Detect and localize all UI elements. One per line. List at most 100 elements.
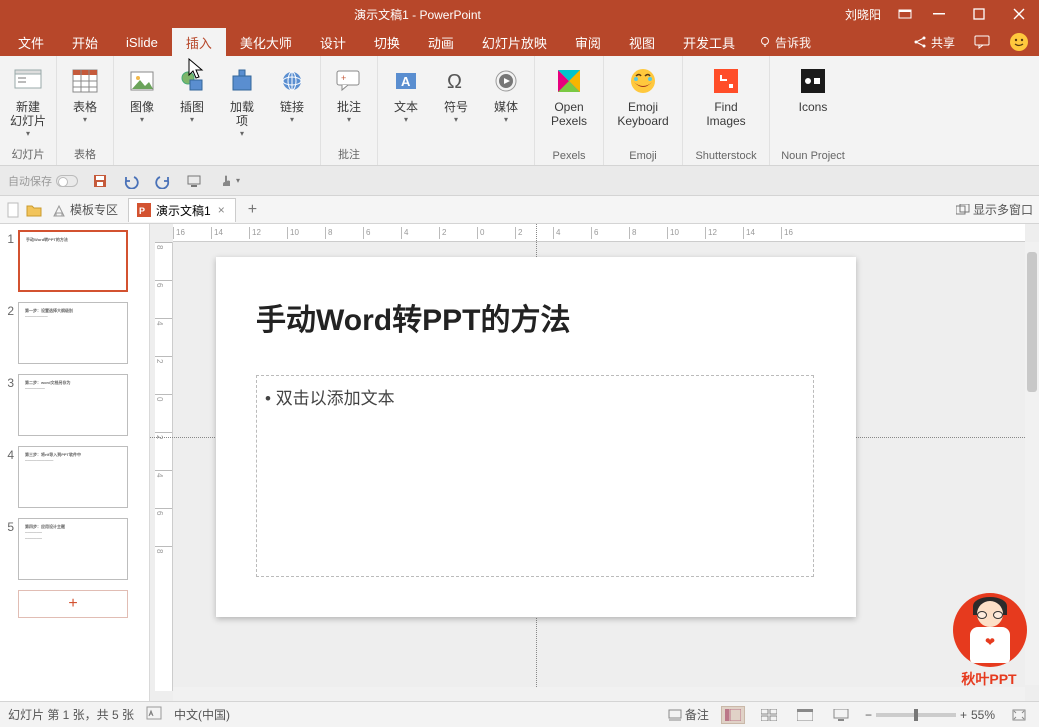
spellcheck-icon[interactable]: [146, 706, 162, 723]
group-text: A文本▾ Ω符号▾ 媒体▾: [378, 56, 535, 165]
illustration-button[interactable]: 插图▾: [168, 60, 216, 128]
fit-window-icon[interactable]: [1007, 706, 1031, 724]
tab-home[interactable]: 开始: [58, 28, 112, 56]
ruler-vertical: 864202468: [155, 242, 173, 691]
user-name[interactable]: 刘晓阳: [835, 6, 891, 23]
doc-tab-1[interactable]: P 演示文稿1 ×: [128, 198, 236, 222]
thumb-3[interactable]: 3第二步：word文档另存为───────: [4, 374, 145, 436]
share-button[interactable]: 共享: [903, 28, 965, 56]
zoom-out[interactable]: −: [865, 708, 872, 722]
open-folder-icon[interactable]: [26, 203, 42, 217]
group-emoji: Emoji Keyboard Emoji: [604, 56, 683, 165]
comment-icon: +: [334, 64, 364, 98]
close-tab-icon[interactable]: ×: [216, 203, 227, 217]
save-button[interactable]: [92, 173, 108, 189]
icons-button[interactable]: Icons: [774, 60, 852, 118]
view-sorter-icon[interactable]: [757, 706, 781, 724]
view-slideshow-icon[interactable]: [829, 706, 853, 724]
ruler-horizontal: 1614121086420246810121416: [173, 224, 1025, 242]
template-zone[interactable]: 模板专区: [48, 201, 122, 218]
language[interactable]: 中文(中国): [174, 706, 230, 723]
redo-button[interactable]: [154, 173, 172, 189]
table-button[interactable]: 表格▾: [61, 60, 109, 128]
multi-window-button[interactable]: 显示多窗口: [956, 201, 1033, 218]
tell-me[interactable]: 告诉我: [749, 28, 821, 56]
start-from-beginning-button[interactable]: [186, 173, 204, 189]
zoom-in[interactable]: +: [960, 708, 967, 722]
thumb-1[interactable]: 1手动Word转PPT的方法: [4, 230, 145, 292]
slide-canvas[interactable]: 1614121086420246810121416 864202468 手动Wo…: [150, 224, 1039, 701]
tab-islide[interactable]: iSlide: [112, 28, 172, 56]
new-slide-icon: [13, 64, 43, 98]
addin-icon: [229, 64, 255, 98]
tab-design[interactable]: 设计: [306, 28, 360, 56]
shutterstock-icon: [711, 64, 741, 98]
group-table: 表格▾ 表格: [57, 56, 114, 165]
zoom-value[interactable]: 55%: [971, 708, 995, 722]
ribbon: 新建 幻灯片▾ 幻灯片 表格▾ 表格 图像▾ 插图▾ 加载 项▾ 链接▾ +批注…: [0, 56, 1039, 166]
placeholder-text: 双击以添加文本: [265, 384, 805, 409]
slide-count: 幻灯片 第 1 张，共 5 张: [8, 706, 134, 723]
text-button[interactable]: A文本▾: [382, 60, 430, 128]
view-reading-icon[interactable]: [793, 706, 817, 724]
comment-button[interactable]: +批注▾: [325, 60, 373, 128]
comments-icon[interactable]: [965, 28, 999, 56]
tab-animation[interactable]: 动画: [414, 28, 468, 56]
tab-file[interactable]: 文件: [4, 28, 58, 56]
pexels-icon: [554, 64, 584, 98]
image-button[interactable]: 图像▾: [118, 60, 166, 128]
tab-slideshow[interactable]: 幻灯片放映: [468, 28, 561, 56]
app-title: 演示文稿1 - PowerPoint: [0, 6, 835, 23]
scrollbar-h[interactable]: [173, 687, 1025, 701]
link-icon: [278, 64, 306, 98]
add-tab-button[interactable]: +: [242, 201, 263, 219]
new-slide-button[interactable]: 新建 幻灯片▾: [4, 60, 52, 142]
symbol-icon: Ω: [443, 64, 469, 98]
tab-insert[interactable]: 插入: [172, 28, 226, 56]
new-doc-icon[interactable]: [6, 202, 20, 218]
emoji-button[interactable]: Emoji Keyboard: [608, 60, 678, 132]
svg-text:P: P: [139, 206, 145, 216]
zoom-control[interactable]: − + 55%: [865, 708, 995, 722]
group-images: 图像▾ 插图▾ 加载 项▾ 链接▾: [114, 56, 321, 165]
tab-review[interactable]: 审阅: [561, 28, 615, 56]
slide-thumbnails[interactable]: 1手动Word转PPT的方法 2第一步：设置选择大纲级别──────── 3第二…: [0, 224, 150, 701]
tab-view[interactable]: 视图: [615, 28, 669, 56]
slide-title[interactable]: 手动Word转PPT的方法: [256, 295, 570, 339]
thumb-2[interactable]: 2第一步：设置选择大纲级别────────: [4, 302, 145, 364]
shapes-icon: [178, 64, 206, 98]
close-button[interactable]: [999, 0, 1039, 28]
tab-transition[interactable]: 切换: [360, 28, 414, 56]
notes-button[interactable]: 备注: [668, 706, 709, 723]
thumb-5[interactable]: 5第四步：应用设计主题────────────: [4, 518, 145, 580]
touch-mode-button[interactable]: ▾: [218, 173, 240, 189]
slide-body[interactable]: 双击以添加文本: [256, 375, 814, 577]
undo-button[interactable]: [122, 173, 140, 189]
find-images-button[interactable]: Find Images: [687, 60, 765, 132]
media-button[interactable]: 媒体▾: [482, 60, 530, 128]
tab-beautify[interactable]: 美化大师: [226, 28, 306, 56]
emoji-icon: [628, 64, 658, 98]
pexels-button[interactable]: Open Pexels: [539, 60, 599, 132]
add-slide-button[interactable]: +: [18, 590, 128, 618]
minimize-button[interactable]: [919, 0, 959, 28]
ribbon-display-icon[interactable]: [891, 0, 919, 28]
slide[interactable]: 手动Word转PPT的方法 双击以添加文本: [216, 257, 856, 617]
view-normal-icon[interactable]: [721, 706, 745, 724]
image-icon: [128, 64, 156, 98]
zoom-slider[interactable]: [876, 713, 956, 717]
autosave-toggle[interactable]: 自动保存: [8, 173, 78, 189]
link-button[interactable]: 链接▾: [268, 60, 316, 128]
smiley-icon[interactable]: [999, 28, 1039, 56]
nounproject-icon: [798, 64, 828, 98]
maximize-button[interactable]: [959, 0, 999, 28]
group-icons: Icons Noun Project: [770, 56, 856, 165]
symbol-button[interactable]: Ω符号▾: [432, 60, 480, 128]
work-area: 1手动Word转PPT的方法 2第一步：设置选择大纲级别──────── 3第二…: [0, 224, 1039, 701]
media-icon: [493, 64, 519, 98]
addin-button[interactable]: 加载 项▾: [218, 60, 266, 142]
thumb-4[interactable]: 4第三步：将rtf导入到PPT软件中──────────: [4, 446, 145, 508]
tab-devtools[interactable]: 开发工具: [669, 28, 749, 56]
group-shutterstock: Find Images Shutterstock: [683, 56, 770, 165]
group-slides: 新建 幻灯片▾ 幻灯片: [0, 56, 57, 165]
